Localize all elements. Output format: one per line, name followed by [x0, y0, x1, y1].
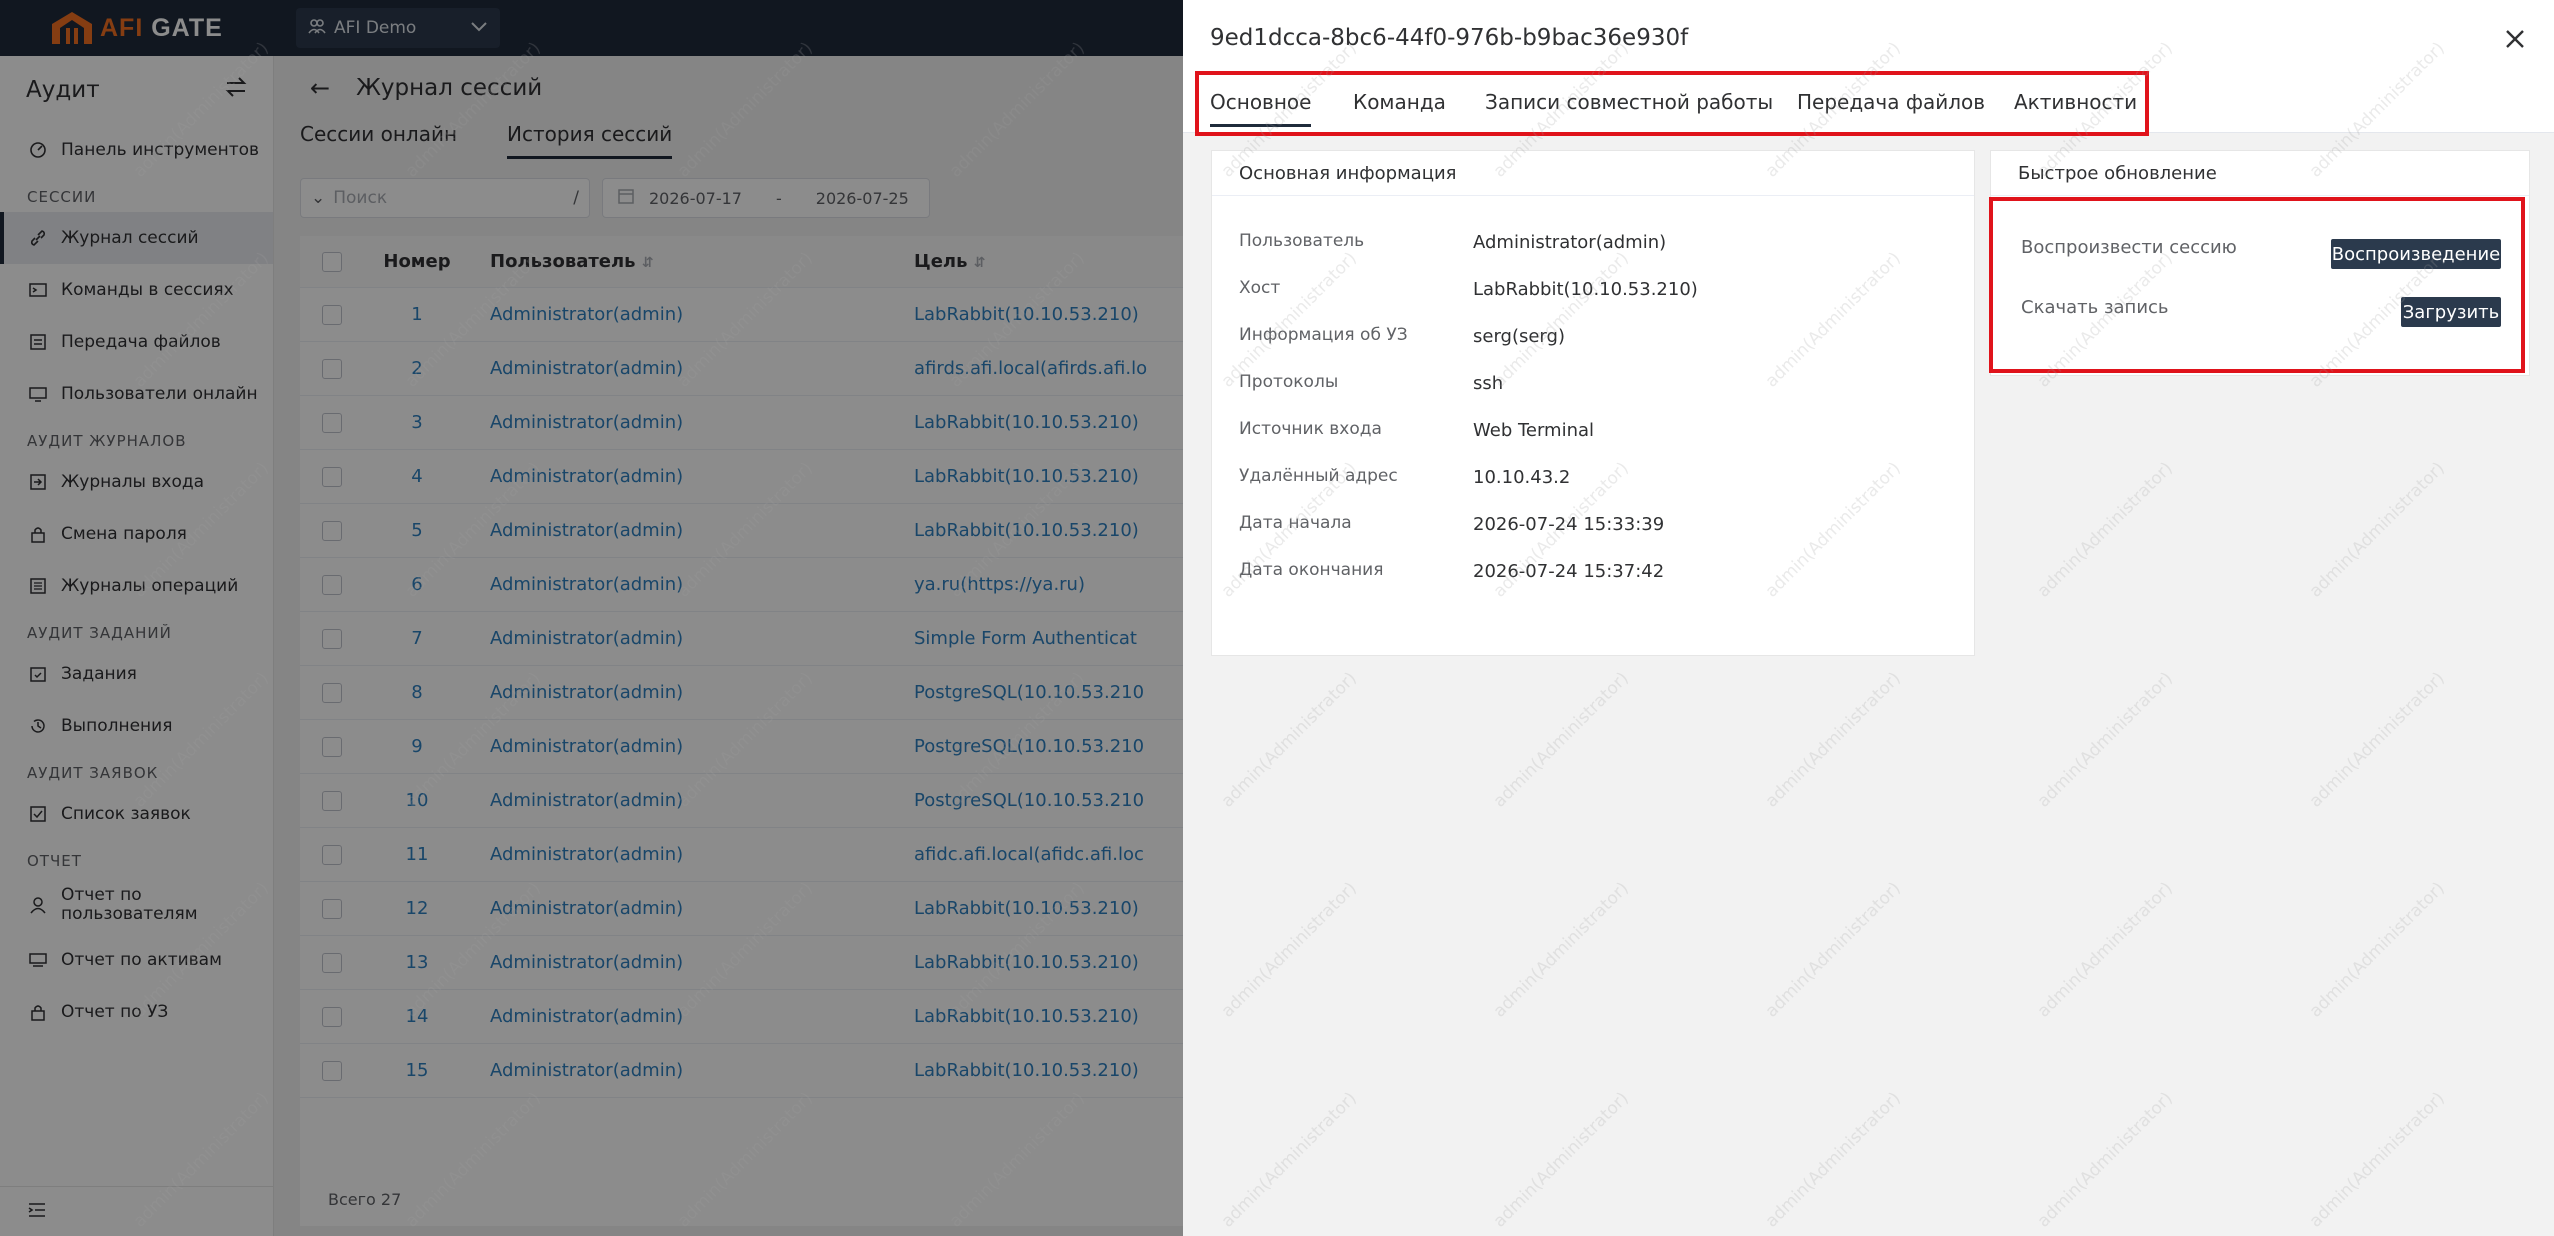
- info-value: 2026-07-24 15:33:39: [1473, 514, 1665, 535]
- session-detail-drawer: 9ed1dcca-8bc6-44f0-976b-b9bac36e930f Осн…: [1183, 0, 2554, 1236]
- info-label: Дата начала: [1239, 513, 1352, 533]
- info-value: 2026-07-24 15:37:42: [1473, 561, 1665, 582]
- info-row: Пользователь Administrator(admin): [1239, 231, 1666, 253]
- info-label: Удалённый адрес: [1239, 466, 1398, 486]
- info-row: Источник входа Web Terminal: [1239, 419, 1594, 441]
- quick-update-title: Быстрое обновление: [1991, 151, 2529, 196]
- info-row: Протоколы ssh: [1239, 372, 1503, 394]
- info-row: Дата окончания 2026-07-24 15:37:42: [1239, 560, 1664, 582]
- info-label: Дата окончания: [1239, 560, 1384, 580]
- drawer-title: 9ed1dcca-8bc6-44f0-976b-b9bac36e930f: [1210, 25, 1689, 51]
- info-value: serg(serg): [1473, 326, 1565, 347]
- info-value: LabRabbit(10.10.53.210): [1473, 279, 1698, 300]
- info-label: Хост: [1239, 278, 1281, 298]
- info-label: Пользователь: [1239, 231, 1365, 251]
- info-label: Источник входа: [1239, 419, 1382, 439]
- drawer-header: 9ed1dcca-8bc6-44f0-976b-b9bac36e930f: [1183, 0, 2554, 76]
- tabs-highlight-box: [1195, 71, 2149, 136]
- info-value: 10.10.43.2: [1473, 467, 1571, 488]
- info-row: Дата начала 2026-07-24 15:33:39: [1239, 513, 1664, 535]
- app-window: AFI GATE AFI Demo Аудит Панель инструмен…: [0, 0, 2554, 1236]
- info-row: Удалённый адрес 10.10.43.2: [1239, 466, 1570, 488]
- info-value: ssh: [1473, 373, 1504, 394]
- info-value: Administrator(admin): [1473, 232, 1667, 253]
- info-label: Протоколы: [1239, 372, 1339, 392]
- info-label: Информация об УЗ: [1239, 325, 1408, 345]
- basic-info-title: Основная информация: [1212, 151, 1974, 196]
- quick-highlight-box: [1989, 197, 2525, 373]
- info-row: Хост LabRabbit(10.10.53.210): [1239, 278, 1698, 300]
- info-row: Информация об УЗ serg(serg): [1239, 325, 1565, 347]
- info-value: Web Terminal: [1473, 420, 1595, 441]
- close-icon[interactable]: [2498, 22, 2532, 56]
- basic-info-card: Основная информация Пользователь Administ…: [1211, 150, 1975, 656]
